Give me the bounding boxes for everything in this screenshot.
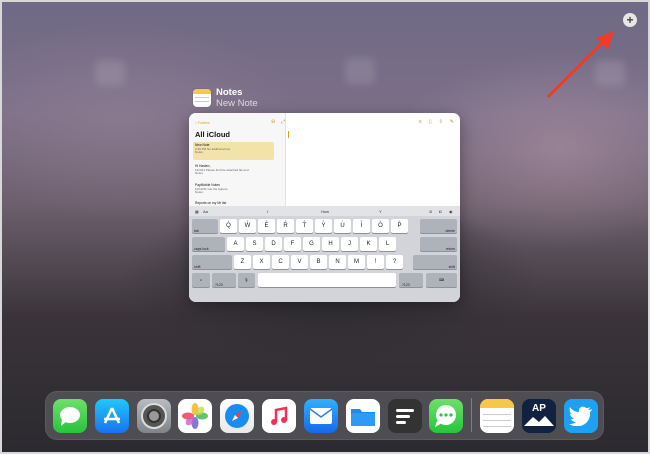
window-subtitle: New Note <box>216 98 258 109</box>
share-icon[interactable]: ⇧ <box>439 119 443 125</box>
notes-dock-icon[interactable] <box>480 399 514 433</box>
text-cursor <box>288 131 289 138</box>
writer-app-icon[interactable] <box>388 399 422 433</box>
key-z[interactable]: Z <box>234 255 251 269</box>
note-list-item[interactable]: New Note 3:46 PM No additional text Note… <box>193 142 274 160</box>
more-icon[interactable]: ⊖ <box>271 119 275 125</box>
key-v[interactable]: V <box>291 255 308 269</box>
shift-right-key[interactable]: shift <box>413 255 457 269</box>
safari-app-icon[interactable] <box>220 399 254 433</box>
key-i[interactable]: 8I <box>353 219 370 233</box>
key-t[interactable]: 5T <box>296 219 313 233</box>
shift-left-key[interactable]: shift <box>192 255 232 269</box>
note-folder: Notes <box>195 150 203 155</box>
app-store-icon[interactable] <box>95 399 129 433</box>
hide-keyboard-key[interactable]: ⌨ <box>426 273 457 287</box>
suggestion-left[interactable]: I <box>267 209 268 214</box>
mail-app-icon[interactable] <box>304 399 338 433</box>
note-folder: Notes <box>195 190 203 195</box>
chat-app-icon[interactable] <box>429 399 463 433</box>
format-button[interactable]: Aa <box>203 209 208 214</box>
key-l[interactable]: L <box>379 237 396 251</box>
key-j[interactable]: J <box>341 237 358 251</box>
key-p[interactable]: 0P <box>391 219 408 233</box>
key-o[interactable]: 9O <box>372 219 389 233</box>
trash-icon[interactable]: ▯ <box>429 119 432 125</box>
key-n[interactable]: N <box>329 255 346 269</box>
key-e[interactable]: 3E <box>258 219 275 233</box>
key-w[interactable]: 2W <box>239 219 256 233</box>
emoji-key[interactable]: ☺ <box>192 273 210 287</box>
compose-icon[interactable]: ✎ <box>450 119 454 125</box>
key-q[interactable]: 1Q <box>220 219 237 233</box>
checklist-icon[interactable]: ⊘ <box>429 209 432 214</box>
ap-logo-text: AP <box>532 402 546 414</box>
key-g[interactable]: G <box>303 237 320 251</box>
key-c[interactable]: C <box>272 255 289 269</box>
table-icon[interactable]: ▦ <box>195 209 199 214</box>
folders-back-button[interactable]: < Folders <box>195 121 210 125</box>
key-x[interactable]: X <box>253 255 270 269</box>
ap-news-app-icon[interactable]: AP <box>522 399 556 433</box>
notes-window-thumbnail[interactable]: < Folders ⊖ ⤢ All iCloud New Note 3:46 PM… <box>189 113 460 302</box>
key-r[interactable]: 4R <box>277 219 294 233</box>
app-window-header: Notes New Note <box>193 87 258 109</box>
messages-app-icon[interactable] <box>53 399 87 433</box>
key-k[interactable]: K <box>360 237 377 251</box>
key-d[interactable]: D <box>265 237 282 251</box>
key-h[interactable]: H <box>322 237 339 251</box>
key-b[interactable]: B <box>310 255 327 269</box>
key-a[interactable]: A <box>227 237 244 251</box>
microphone-icon: 🎙 <box>244 278 249 282</box>
key-y[interactable]: 6Y <box>315 219 332 233</box>
numbers-left-key[interactable]: .?123 <box>212 273 236 287</box>
suggestion-center[interactable]: How <box>321 209 329 214</box>
key-exclamation[interactable]: ,! <box>367 255 384 269</box>
dictation-key[interactable]: 🎙 <box>238 273 255 287</box>
numbers-right-key[interactable]: .?123 <box>399 273 423 287</box>
emoji-icon: ☺ <box>199 278 203 282</box>
key-m[interactable]: M <box>348 255 365 269</box>
music-app-icon[interactable] <box>262 399 296 433</box>
caps-lock-key[interactable]: caps lock <box>192 237 225 251</box>
checklist-icon[interactable]: ≡ <box>419 119 422 125</box>
expand-icon[interactable]: ⤢ <box>281 119 285 125</box>
key-u[interactable]: 7U <box>334 219 351 233</box>
list-toolbar: ⊖ ⤢ <box>265 119 285 125</box>
space-bar[interactable] <box>258 273 396 287</box>
on-screen-keyboard: ▦ Aa I How Y ⊘ ◘ ◉ tab 1Q 2W 3E 4R 5T 6Y… <box>189 206 460 302</box>
app-name: Notes <box>216 87 243 98</box>
notes-list-pane: < Folders ⊖ ⤢ All iCloud New Note 3:46 PM… <box>189 113 286 206</box>
suggestion-right[interactable]: Y <box>379 209 382 214</box>
camera-icon[interactable]: ◘ <box>439 209 441 214</box>
key-s[interactable]: S <box>246 237 263 251</box>
delete-key[interactable]: delete <box>420 219 457 233</box>
photos-app-icon[interactable] <box>178 399 212 433</box>
settings-app-icon[interactable] <box>137 399 171 433</box>
note-toolbar: ≡ ▯ ⇧ ✎ <box>412 119 454 125</box>
notes-app-icon <box>193 89 211 107</box>
key-question[interactable]: .? <box>386 255 403 269</box>
list-title: All iCloud <box>195 130 230 139</box>
key-f[interactable]: F <box>284 237 301 251</box>
twitter-app-icon[interactable] <box>564 399 598 433</box>
note-list-item[interactable]: PayMobile Notes 10/12/21 Get the feature… <box>193 182 274 197</box>
keyboard-icon: ⌨ <box>438 278 445 282</box>
note-list-item[interactable]: Hi Hasten, 12/4/21 Please find the attac… <box>193 163 274 178</box>
keyboard-shortcut-bar: ▦ Aa I How Y ⊘ ◘ ◉ <box>189 206 460 216</box>
files-app-icon[interactable] <box>346 399 380 433</box>
markup-icon[interactable]: ◉ <box>449 209 453 214</box>
dock-divider <box>471 398 472 432</box>
note-folder: Notes <box>195 171 203 176</box>
return-key[interactable]: return <box>420 237 457 251</box>
tab-key[interactable]: tab <box>192 219 218 233</box>
